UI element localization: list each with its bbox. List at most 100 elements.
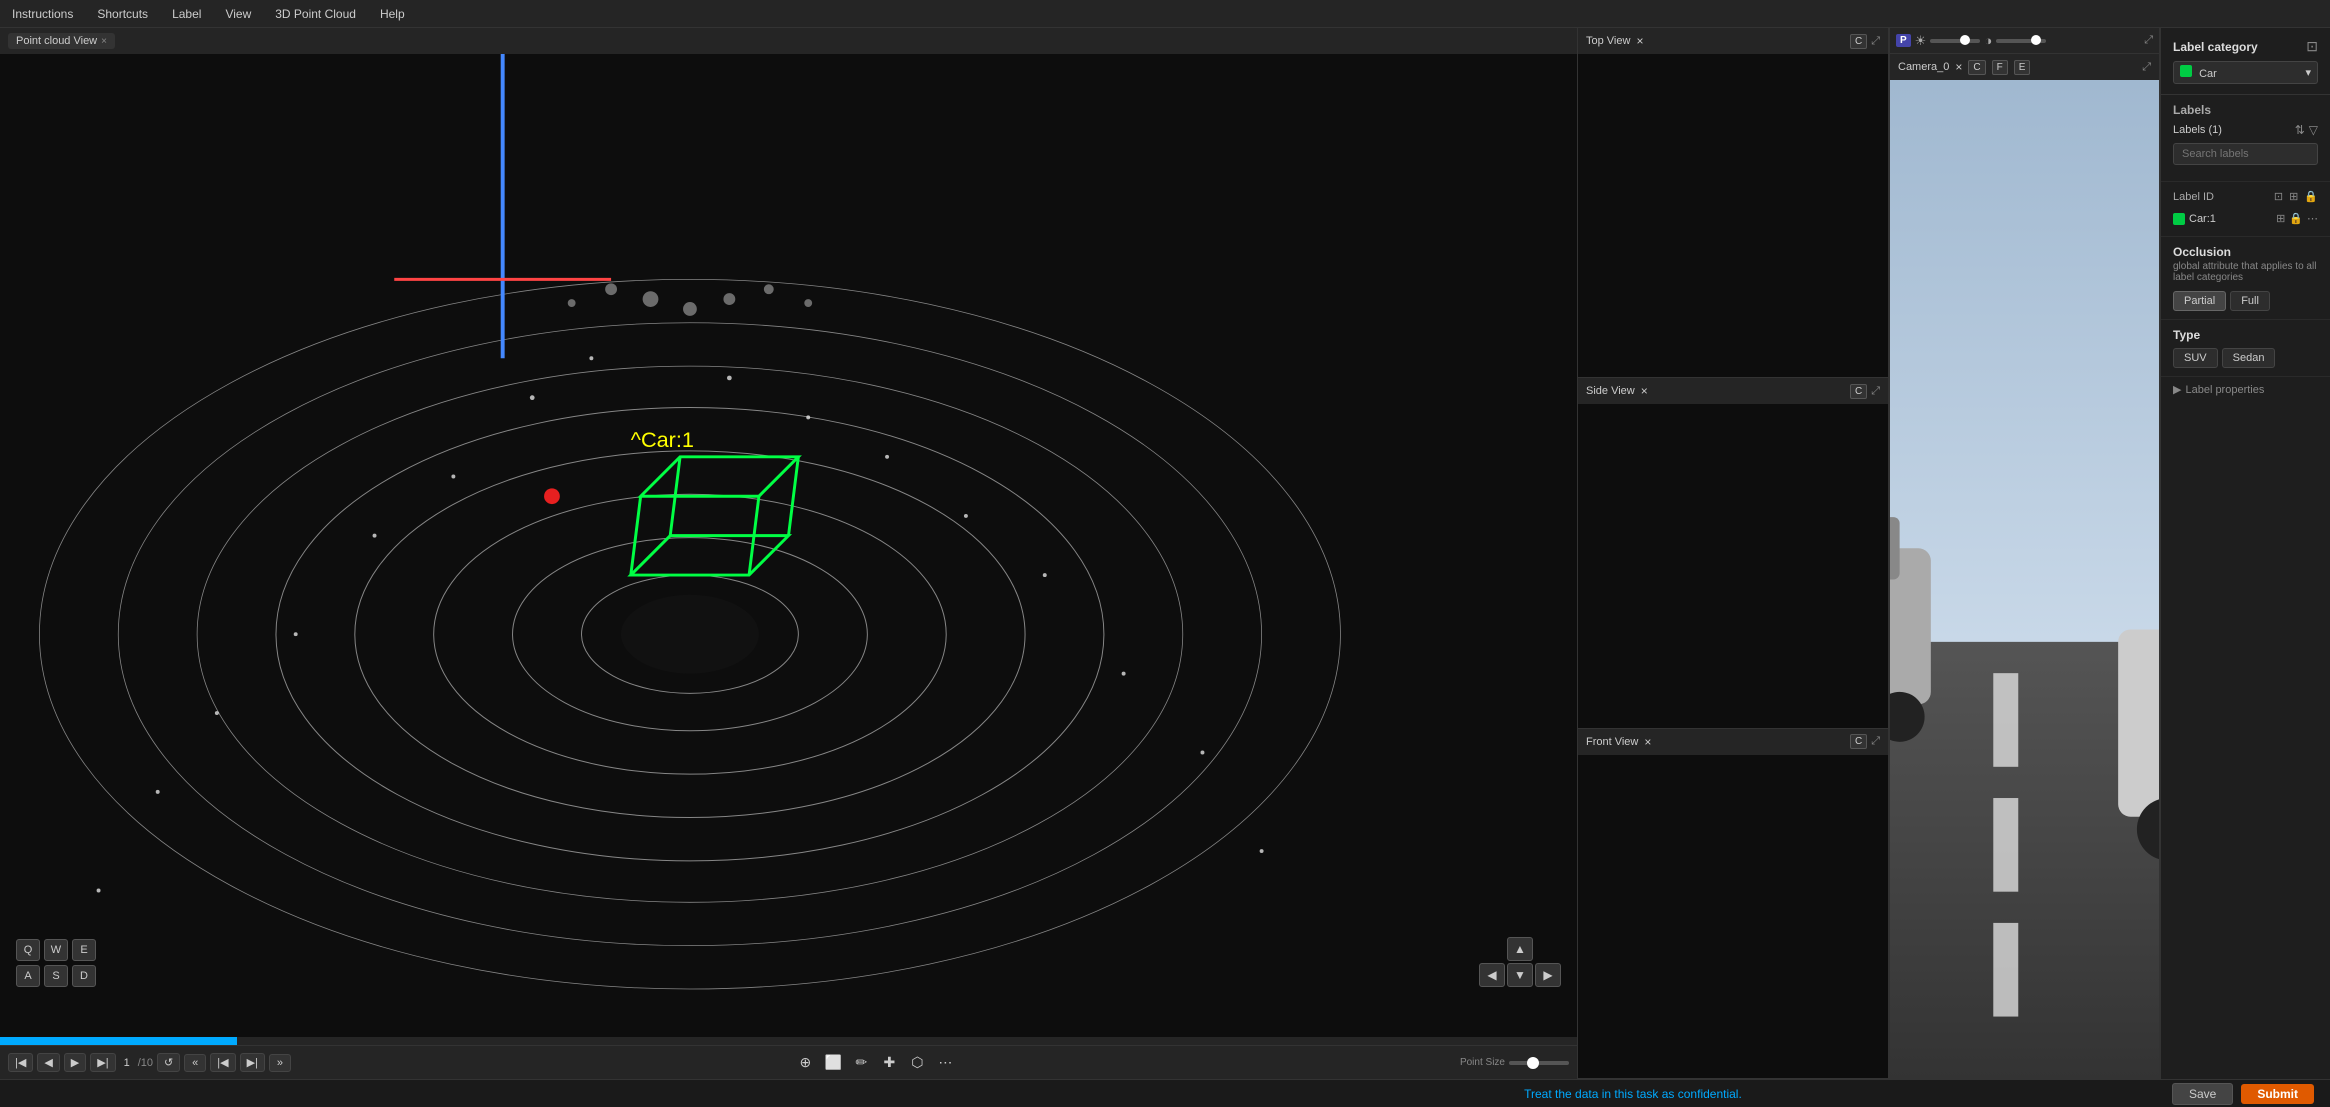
save-button[interactable]: Save xyxy=(2172,1083,2233,1105)
occlusion-buttons: Partial Full xyxy=(2173,291,2318,311)
sort-icon[interactable]: ⇅ xyxy=(2295,123,2305,137)
copy-icon[interactable]: ⊡ xyxy=(2274,190,2283,203)
label-category-title: Label category xyxy=(2173,40,2258,54)
lock-icon[interactable]: 🔒 xyxy=(2304,190,2318,203)
camera-fullscreen[interactable]: ⤢ xyxy=(2142,61,2151,74)
side-view-content[interactable] xyxy=(1578,404,1888,727)
full-btn[interactable]: Full xyxy=(2230,291,2270,311)
kb-q[interactable]: Q xyxy=(16,939,40,961)
labels-title: Labels xyxy=(2173,103,2318,117)
more-tool[interactable]: ⋯ xyxy=(933,1051,957,1075)
label-category-section: Label category ⊡ Car ▾ xyxy=(2161,28,2330,95)
next-btn[interactable]: ▶| xyxy=(90,1053,115,1072)
menu-view[interactable]: View xyxy=(221,5,255,23)
filter-icon[interactable]: ▽ xyxy=(2309,123,2318,137)
label-icon-1[interactable]: ⊞ xyxy=(2276,212,2285,225)
menu-3d-point-cloud[interactable]: 3D Point Cloud xyxy=(271,5,360,23)
top-view-fullscreen[interactable]: ⤢ xyxy=(1871,35,1880,48)
category-top-icon[interactable]: ⊡ xyxy=(2306,38,2318,55)
side-view-close[interactable]: × xyxy=(1641,384,1648,398)
box-tool[interactable]: ⬜ xyxy=(821,1051,845,1075)
front-view-fullscreen[interactable]: ⤢ xyxy=(1871,735,1880,748)
polygon-tool[interactable]: ⬡ xyxy=(905,1051,929,1075)
top-view-content[interactable] xyxy=(1578,54,1888,377)
point-cloud-tab-close[interactable]: × xyxy=(101,36,107,47)
nav-middle-row: ◀ ▼ ▶ xyxy=(1479,963,1561,987)
contrast-slider[interactable] xyxy=(1996,39,2046,43)
point-cloud-tab-label: Point cloud View xyxy=(16,35,97,47)
point-cloud-panel: Point cloud View × xyxy=(0,28,1578,1079)
type-title: Type xyxy=(2173,328,2318,342)
nav-down-btn[interactable]: ▼ xyxy=(1507,963,1533,987)
link-icon[interactable]: ⊞ xyxy=(2289,190,2298,203)
label-props-text: Label properties xyxy=(2185,384,2264,396)
kb-row-1: Q W E xyxy=(16,939,96,961)
submit-button[interactable]: Submit xyxy=(2241,1084,2314,1104)
side-view-fullscreen[interactable]: ⤢ xyxy=(1871,385,1880,398)
camera-top-fullscreen[interactable]: ⤢ xyxy=(2144,34,2153,47)
label-props-arrow: ▶ xyxy=(2173,383,2181,396)
category-select[interactable]: Car ▾ xyxy=(2173,61,2318,84)
label-name: Car:1 xyxy=(2189,213,2216,225)
category-value: Car xyxy=(2199,68,2217,80)
label-properties-section: ▶ Label properties xyxy=(2161,376,2330,402)
partial-btn[interactable]: Partial xyxy=(2173,291,2226,311)
camera-badge-c: C xyxy=(1968,60,1985,75)
camera-image[interactable] xyxy=(1890,80,2159,1079)
label-lock-icon[interactable]: 🔒 xyxy=(2289,212,2303,225)
top-view-header: Top View × C ⤢ xyxy=(1578,28,1888,54)
brightness-slider[interactable] xyxy=(1930,39,1980,43)
search-labels-input[interactable] xyxy=(2173,143,2318,165)
kb-w[interactable]: W xyxy=(44,939,68,961)
menu-help[interactable]: Help xyxy=(376,5,409,23)
menu-label[interactable]: Label xyxy=(168,5,205,23)
nav-right-btn[interactable]: ▶ xyxy=(1535,963,1561,987)
select-tool[interactable]: ⊕ xyxy=(793,1051,817,1075)
label-color-dot xyxy=(2173,213,2185,225)
step-back-btn[interactable]: |◀ xyxy=(210,1053,235,1072)
svg-text:^Car:1: ^Car:1 xyxy=(631,427,694,452)
tool-bar: |◀ ◀ ▶ ▶| 1 /10 ↺ « |◀ ▶| » ⊕ ⬜ ✏ ✚ ⬡ ⋯ xyxy=(0,1045,1577,1079)
occlusion-section: Occlusion global attribute that applies … xyxy=(2161,236,2330,319)
step-fwd-btn[interactable]: ▶| xyxy=(240,1053,265,1072)
pencil-tool[interactable]: ✏ xyxy=(849,1051,873,1075)
play-btn[interactable]: ▶ xyxy=(64,1053,86,1072)
label-more-icon[interactable]: ⋯ xyxy=(2307,212,2318,225)
label-properties-title[interactable]: ▶ Label properties xyxy=(2173,383,2318,396)
skip-first-btn[interactable]: |◀ xyxy=(8,1053,33,1072)
skip-back-btn[interactable]: « xyxy=(184,1054,206,1072)
menu-instructions[interactable]: Instructions xyxy=(8,5,77,23)
nav-left-btn[interactable]: ◀ xyxy=(1479,963,1505,987)
point-cloud-tab[interactable]: Point cloud View × xyxy=(8,33,115,49)
brightness-icon: ☀ xyxy=(1915,33,1927,49)
point-cloud-canvas[interactable]: ^Car:1 Q W E A S D xyxy=(0,54,1577,1037)
timeline-bar[interactable] xyxy=(0,1037,1577,1045)
prev-btn[interactable]: ◀ xyxy=(37,1053,59,1072)
front-view-header: Front View × C ⤢ xyxy=(1578,729,1888,755)
crosshair-tool[interactable]: ✚ xyxy=(877,1051,901,1075)
sedan-btn[interactable]: Sedan xyxy=(2222,348,2276,368)
front-view-close[interactable]: × xyxy=(1644,735,1651,749)
point-size-slider[interactable] xyxy=(1509,1061,1569,1065)
nav-up-btn[interactable]: ▲ xyxy=(1507,937,1533,961)
kb-e[interactable]: E xyxy=(72,939,96,961)
kb-s[interactable]: S xyxy=(44,965,68,987)
kb-row-2: A S D xyxy=(16,965,96,987)
skip-fwd-btn[interactable]: » xyxy=(269,1054,291,1072)
kb-d[interactable]: D xyxy=(72,965,96,987)
point-cloud-tab-bar: Point cloud View × xyxy=(0,28,1577,54)
labels-count: Labels (1) xyxy=(2173,124,2222,136)
suv-btn[interactable]: SUV xyxy=(2173,348,2218,368)
kb-a[interactable]: A xyxy=(16,965,40,987)
navigation-arrows: ▲ ◀ ▼ ▶ xyxy=(1479,937,1561,987)
front-view-content[interactable] xyxy=(1578,755,1888,1078)
loop-btn[interactable]: ↺ xyxy=(157,1053,180,1072)
point-size-control: Point Size xyxy=(1460,1057,1569,1068)
camera-close[interactable]: × xyxy=(1955,60,1962,74)
frame-current: 1 xyxy=(124,1057,130,1069)
camera-badge-e: E xyxy=(2014,60,2031,75)
camera-label: Camera_0 xyxy=(1898,61,1949,73)
front-view-panel: Front View × C ⤢ xyxy=(1578,729,1888,1079)
top-view-close[interactable]: × xyxy=(1636,34,1643,48)
menu-shortcuts[interactable]: Shortcuts xyxy=(93,5,152,23)
